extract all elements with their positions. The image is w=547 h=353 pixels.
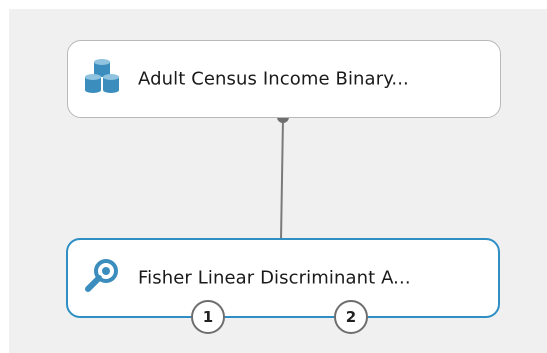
dataset-node-label: Adult Census Income Binary... xyxy=(138,68,409,90)
dataset-node[interactable]: Adult Census Income Binary... xyxy=(67,40,501,118)
output-port-2[interactable]: 2 xyxy=(334,300,368,334)
output-port-1[interactable]: 1 xyxy=(191,300,225,334)
fisher-lda-node-label: Fisher Linear Discriminant A... xyxy=(138,267,411,289)
fisher-lda-node[interactable]: Fisher Linear Discriminant A... xyxy=(66,238,500,318)
magnifier-icon xyxy=(82,256,122,300)
database-icon xyxy=(82,57,122,101)
